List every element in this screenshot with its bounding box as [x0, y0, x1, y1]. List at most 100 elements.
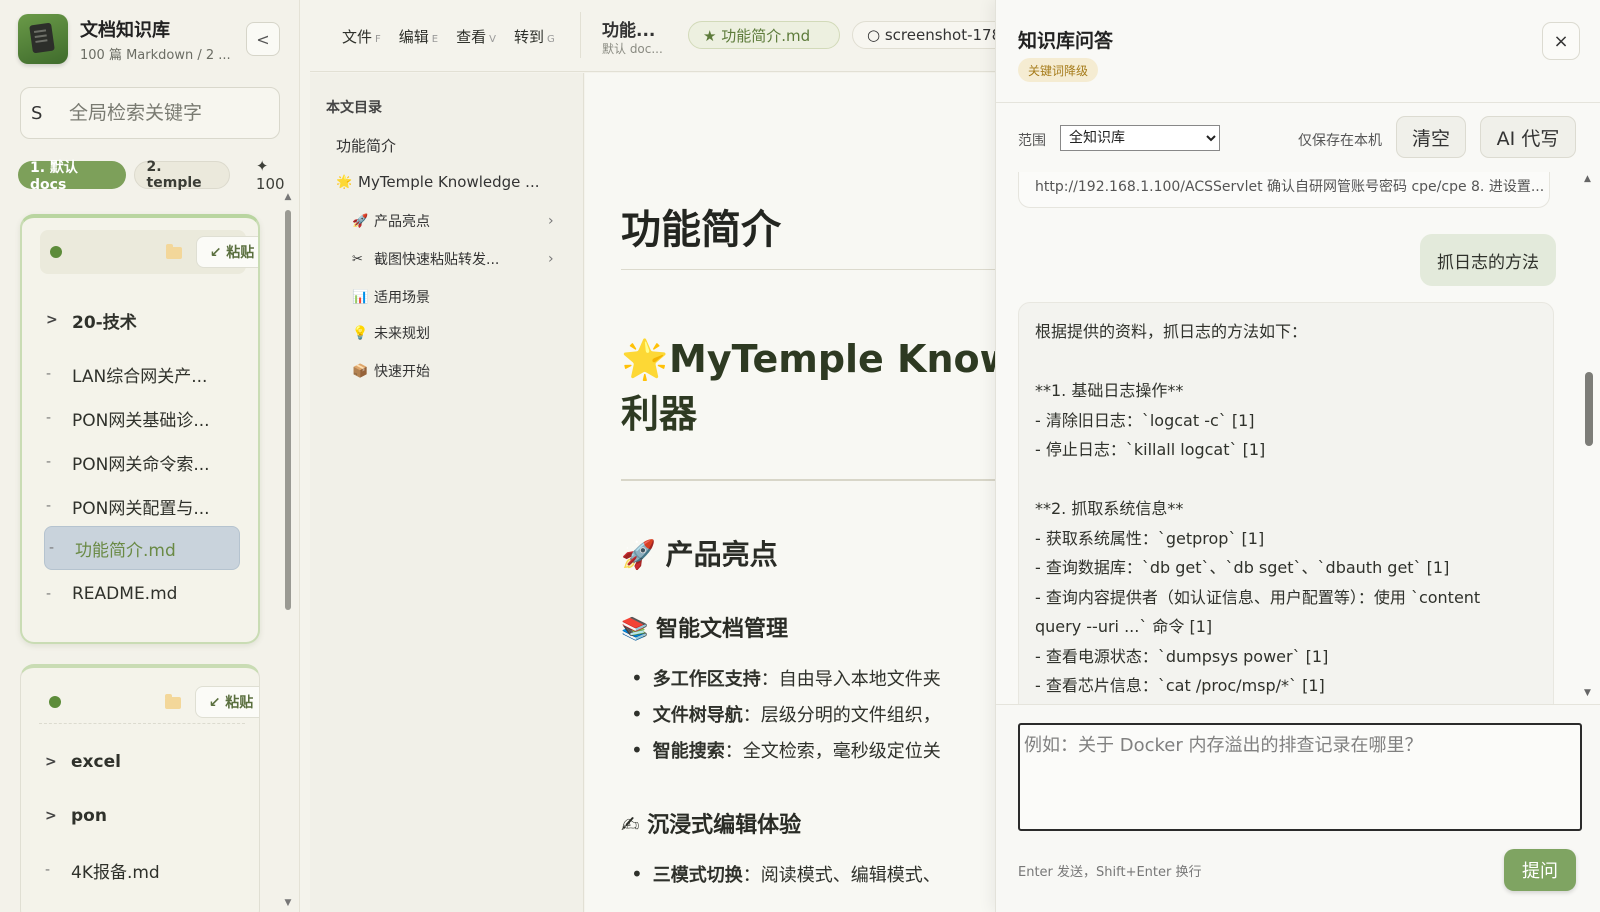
bullet-text: ：全文检索，毫秒级定位关: [724, 741, 941, 762]
outline-item[interactable]: ✂ 截图快速粘贴转发... ›: [352, 249, 572, 269]
answer-line: 根据提供的资料，抓日志的方法如下：: [1035, 322, 1308, 341]
menu-label: 查看: [456, 28, 487, 46]
ai-write-button[interactable]: AI 代写: [1480, 116, 1576, 158]
rocket-icon: 🚀: [352, 213, 369, 229]
card-toolbar: ↙ 粘贴: [39, 680, 259, 724]
status-dot-icon: [49, 696, 61, 708]
chevron-right-icon[interactable]: ›: [548, 213, 554, 229]
menu-view[interactable]: 查看 V: [456, 26, 496, 47]
outline-item[interactable]: 📊 适用场景: [352, 287, 430, 307]
doc-hero-heading-line2: 利器: [621, 392, 698, 436]
collapse-sidebar-button[interactable]: <: [246, 22, 280, 56]
scroll-down-arrow-icon[interactable]: ▼: [283, 898, 293, 908]
tree-item-label: PON网关基础诊...: [72, 410, 210, 431]
outline-item-label: 快速开始: [374, 364, 430, 380]
answer-line: **2. 抓取系统信息**: [1035, 499, 1184, 518]
top-toolbar: 文件 F 编辑 E 查看 V 转到 G 功能... 默认 doc... ★ 功能简介.m…: [310, 0, 1012, 72]
app-subtitle: 100 篇 Markdown / 2 ...: [80, 48, 231, 63]
star-icon: 🌟: [621, 337, 669, 381]
menu-edit[interactable]: 编辑 E: [399, 26, 438, 47]
document-view[interactable]: 功能简介 🌟MyTemple Knowle 利器 🚀 产品亮点 📚 智能文档管理…: [585, 73, 995, 912]
chat-scrollbar[interactable]: ▲ ▼: [1582, 172, 1596, 704]
scroll-down-arrow-icon[interactable]: ▼: [1584, 688, 1591, 698]
tree-file-item[interactable]: - PON网关配置与...: [42, 484, 242, 528]
tree-expand-marker: >: [45, 808, 57, 824]
file-tab-active[interactable]: ★ 功能简介.md: [688, 21, 840, 49]
menu-file[interactable]: 文件 F: [342, 26, 381, 47]
tree-file-item[interactable]: - LAN综合网关产...: [42, 352, 242, 396]
tree-item-marker: -: [46, 454, 52, 470]
ask-button[interactable]: 提问: [1504, 849, 1576, 891]
current-doc-title: 功能...: [602, 21, 656, 41]
tree-folder-item[interactable]: > excel: [41, 740, 241, 784]
paste-button[interactable]: ↙ 粘贴: [195, 686, 259, 718]
tree-item-label: 4K报备.md: [71, 862, 160, 883]
folder-icon[interactable]: [165, 694, 181, 709]
clear-button[interactable]: 清空: [1396, 116, 1466, 158]
close-panel-button[interactable]: ×: [1542, 22, 1580, 60]
workspace-card-temple: ↙ 粘贴 > excel > pon - 4K报备.md: [20, 664, 260, 912]
app-title: 文档知识库: [80, 20, 170, 41]
lightbulb-icon: 💡: [352, 325, 369, 341]
scope-label: 范围: [1018, 133, 1046, 149]
tree-file-item[interactable]: - PON网关命令索...: [42, 440, 242, 484]
scrollbar-thumb[interactable]: [1585, 372, 1593, 446]
bullet-item: 智能搜索：全文检索，毫秒级定位关: [631, 737, 941, 763]
chart-icon: 📊: [352, 289, 369, 305]
current-doc-workspace: 默认 doc...: [602, 42, 663, 56]
star-icon: 🌟: [336, 174, 353, 190]
scroll-up-arrow-icon[interactable]: ▲: [283, 192, 293, 202]
outline-item[interactable]: 💡 未来规划: [352, 323, 430, 343]
tree-folder-item[interactable]: > 20-技术: [42, 298, 242, 342]
chat-history[interactable]: http://192.168.1.100/ACSServlet 确认自研网管账号…: [996, 172, 1600, 704]
folder-icon[interactable]: [166, 244, 182, 259]
scrollbar-thumb[interactable]: [285, 210, 291, 610]
bullet-item: 三模式切换：阅读模式、编辑模式、: [631, 861, 941, 887]
bullet-bold: 三模式切换: [652, 865, 743, 886]
tree-item-label: PON网关命令索...: [72, 454, 210, 475]
chevron-right-icon[interactable]: ›: [548, 251, 554, 267]
global-search-input[interactable]: [69, 102, 269, 124]
global-search-box[interactable]: S: [20, 87, 280, 139]
status-badge: 关键词降级: [1018, 58, 1099, 82]
outline-item-label: 产品亮点: [374, 214, 430, 230]
user-message-bubble: 抓日志的方法: [1420, 234, 1556, 286]
scroll-up-arrow-icon[interactable]: ▲: [1584, 174, 1591, 184]
app-header: 文档知识库 100 篇 Markdown / 2 ... <: [18, 14, 280, 66]
tree-item-marker: -: [49, 540, 55, 556]
status-dot-icon: [50, 246, 62, 258]
outline-item[interactable]: 📦 快速开始: [352, 361, 430, 381]
toolbar-divider: [580, 12, 581, 58]
menu-hotkey: G: [547, 34, 555, 45]
tree-item-label: PON网关配置与...: [72, 498, 210, 519]
workspace-tab-temple[interactable]: 2. temple: [133, 159, 230, 191]
workspace-tab-docs[interactable]: 1. 默认 docs: [18, 160, 126, 193]
menu-hotkey: V: [489, 34, 496, 45]
outline-item[interactable]: 功能简介: [336, 135, 396, 156]
menu-goto[interactable]: 转到 G: [514, 26, 555, 47]
paste-button[interactable]: ↙ 粘贴: [196, 236, 258, 268]
input-hint: Enter 发送，Shift+Enter 换行: [1018, 865, 1202, 880]
tree-folder-item[interactable]: > pon: [41, 794, 241, 838]
add-workspace-button[interactable]: ✦ 100: [256, 157, 299, 193]
menu-label: 文件: [342, 28, 373, 46]
divider: [621, 479, 995, 481]
tree-file-item[interactable]: - PON网关基础诊...: [42, 396, 242, 440]
app-logo-icon: [18, 14, 68, 64]
outline-panel: 本文目录 功能简介 🌟 MyTemple Knowledge ... 🚀 产品亮…: [310, 73, 584, 912]
divider: [996, 102, 1600, 103]
tree-file-item-selected[interactable]: - 功能简介.md: [44, 526, 240, 570]
question-input[interactable]: [1018, 723, 1582, 831]
scope-select[interactable]: 全知识库: [1060, 125, 1220, 151]
answer-line: - 停止日志：`killall logcat` [1]: [1035, 440, 1266, 459]
tree-file-item[interactable]: - 4K报备.md: [41, 848, 241, 892]
answer-line: - 查看芯片信息：`cat /proc/msp/*` [1]: [1035, 676, 1325, 695]
doc-heading-3: ✍ 沉浸式编辑体验: [621, 813, 802, 838]
outline-item[interactable]: 🌟 MyTemple Knowledge ...: [336, 173, 540, 191]
sidebar-scrollbar[interactable]: ▲ ▼: [283, 192, 293, 912]
file-tab[interactable]: ○ screenshot-178: [852, 21, 1012, 49]
outline-item[interactable]: 🚀 产品亮点 ›: [352, 211, 572, 231]
menu-label: 转到: [513, 28, 544, 46]
tree-expand-marker: >: [45, 754, 57, 770]
tree-file-item[interactable]: - README.md: [42, 572, 242, 616]
